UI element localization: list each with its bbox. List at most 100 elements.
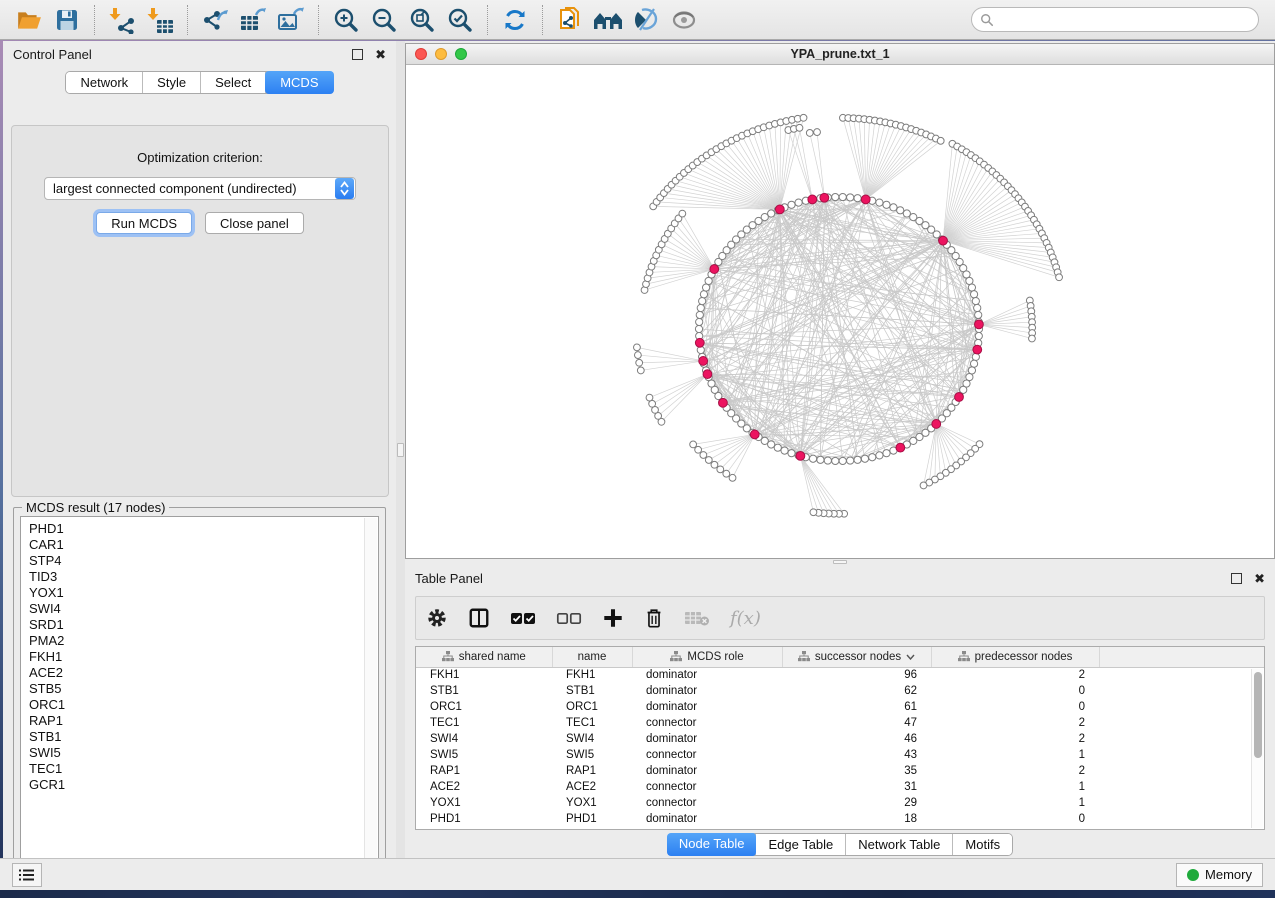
add-column-icon[interactable] — [602, 607, 624, 629]
mcds-result-item[interactable]: SWI5 — [29, 745, 378, 761]
memory-button[interactable]: Memory — [1176, 863, 1263, 887]
mcds-result-item[interactable]: STB1 — [29, 729, 378, 745]
tab-mcds[interactable]: MCDS — [265, 71, 333, 94]
table-row[interactable]: STB1STB1dominator620 — [416, 683, 1264, 699]
clone-network-icon — [556, 6, 584, 34]
export-image-button[interactable] — [272, 3, 310, 37]
show-columns-icon[interactable] — [468, 607, 490, 629]
table-row[interactable]: FKH1FKH1dominator962 — [416, 667, 1264, 683]
tab-edge-table[interactable]: Edge Table — [756, 834, 846, 855]
tab-motifs[interactable]: Motifs — [953, 834, 1012, 855]
mcds-result-item[interactable]: PHD1 — [29, 521, 378, 537]
tab-style[interactable]: Style — [143, 72, 201, 93]
deselect-all-icon[interactable] — [556, 609, 582, 627]
table-cell: connector — [632, 715, 782, 731]
zoom-selected-icon — [446, 6, 474, 34]
zoom-in-button[interactable] — [327, 3, 365, 37]
mcds-result-item[interactable]: YOX1 — [29, 585, 378, 601]
import-network-icon — [108, 6, 136, 34]
close-panel-button[interactable]: Close panel — [205, 212, 304, 234]
table-row[interactable]: TEC1TEC1connector472 — [416, 715, 1264, 731]
scrollbar-thumb[interactable] — [1254, 672, 1262, 758]
search-input[interactable] — [994, 13, 1250, 27]
mcds-result-item[interactable]: ORC1 — [29, 697, 378, 713]
mcds-result-item[interactable]: FKH1 — [29, 649, 378, 665]
mcds-result-item[interactable]: SWI4 — [29, 601, 378, 617]
mcds-result-item[interactable]: ACE2 — [29, 665, 378, 681]
tab-select[interactable]: Select — [201, 72, 266, 93]
table-row[interactable]: PHD1PHD1dominator180 — [416, 811, 1264, 827]
toolbar-separator — [318, 5, 319, 35]
table-options-gear-icon[interactable] — [426, 607, 448, 629]
criterion-dropdown[interactable]: largest connected component (undirected) — [44, 177, 356, 200]
hide-panels-button[interactable] — [627, 3, 665, 37]
mcds-result-item[interactable]: GCR1 — [29, 777, 378, 793]
export-network-button[interactable] — [196, 3, 234, 37]
table-cell: STB1 — [416, 683, 552, 699]
table-row[interactable]: RAP1RAP1dominator352 — [416, 763, 1264, 779]
tab-network-table[interactable]: Network Table — [846, 834, 953, 855]
zoom-selected-button[interactable] — [441, 3, 479, 37]
mcds-result-item[interactable]: RAP1 — [29, 713, 378, 729]
table-cell: 61 — [782, 699, 931, 715]
table-row[interactable]: SWI4SWI4dominator462 — [416, 731, 1264, 747]
task-history-button[interactable] — [12, 863, 42, 887]
float-panel-icon[interactable] — [1231, 573, 1242, 584]
delete-table-icon-disabled — [684, 609, 710, 627]
table-vertical-scrollbar[interactable] — [1251, 669, 1263, 828]
column-header-predecessor-nodes[interactable]: predecessor nodes — [931, 647, 1099, 667]
zoom-fit-button[interactable] — [403, 3, 441, 37]
table-cell: STB1 — [552, 683, 632, 699]
network-graph[interactable] — [406, 65, 1270, 558]
column-header-successor-nodes[interactable]: successor nodes — [782, 647, 931, 667]
import-table-button[interactable] — [141, 3, 179, 37]
zoom-out-button[interactable] — [365, 3, 403, 37]
table-row[interactable]: ORC1ORC1dominator610 — [416, 699, 1264, 715]
float-panel-icon[interactable] — [352, 49, 363, 60]
delete-column-trash-icon[interactable] — [644, 607, 664, 629]
mcds-list-scrollbar[interactable] — [364, 518, 377, 870]
refresh-layout-button[interactable] — [496, 3, 534, 37]
network-canvas[interactable] — [406, 65, 1274, 558]
open-folder-icon — [16, 7, 42, 33]
table-panel: Table Panel ✖ — [405, 565, 1275, 858]
splitter-grip[interactable] — [833, 560, 847, 564]
network-view-titlebar[interactable]: YPA_prune.txt_1 — [406, 44, 1274, 65]
table-row[interactable]: YOX1YOX1connector291 — [416, 795, 1264, 811]
table-cell: dominator — [632, 699, 782, 715]
table-cell: RAP1 — [416, 763, 552, 779]
network-search-box[interactable] — [971, 7, 1259, 32]
column-header-name[interactable]: name — [552, 647, 632, 667]
splitter-grip[interactable] — [397, 443, 404, 457]
mcds-result-item[interactable]: STP4 — [29, 553, 378, 569]
clone-network-button[interactable] — [551, 3, 589, 37]
control-panel-tabgroup: NetworkStyleSelectMCDS — [65, 71, 333, 94]
tab-network[interactable]: Network — [66, 72, 143, 93]
show-eye-button[interactable] — [665, 3, 703, 37]
table-cell: 18 — [782, 811, 931, 827]
table-header-row[interactable]: shared namenameMCDS rolesuccessor nodesp… — [416, 647, 1264, 667]
tab-node-table[interactable]: Node Table — [667, 833, 758, 856]
table-row[interactable]: ACE2ACE2connector311 — [416, 779, 1264, 795]
export-table-button[interactable] — [234, 3, 272, 37]
import-network-button[interactable] — [103, 3, 141, 37]
column-header-MCDS-role[interactable]: MCDS role — [632, 647, 782, 667]
mcds-result-item[interactable]: SRD1 — [29, 617, 378, 633]
close-panel-icon[interactable]: ✖ — [375, 49, 386, 60]
search-binoculars-button[interactable] — [589, 3, 627, 37]
mcds-result-item[interactable]: PMA2 — [29, 633, 378, 649]
select-all-icon[interactable] — [510, 609, 536, 627]
open-file-button[interactable] — [10, 3, 48, 37]
mcds-result-item[interactable]: STB5 — [29, 681, 378, 697]
table-row[interactable]: SWI5SWI5connector431 — [416, 747, 1264, 763]
mcds-result-item[interactable]: TEC1 — [29, 761, 378, 777]
mcds-result-item[interactable]: CAR1 — [29, 537, 378, 553]
save-session-button[interactable] — [48, 3, 86, 37]
mcds-result-list[interactable]: PHD1CAR1STP4TID3YOX1SWI4SRD1PMA2FKH1ACE2… — [20, 516, 379, 872]
mcds-result-item[interactable]: TID3 — [29, 569, 378, 585]
column-header-shared-name[interactable]: shared name — [416, 647, 552, 667]
control-panel-tabs: NetworkStyleSelectMCDS — [3, 71, 396, 94]
vertical-splitter[interactable] — [396, 41, 405, 858]
close-panel-icon[interactable]: ✖ — [1254, 573, 1265, 584]
run-mcds-button[interactable]: Run MCDS — [96, 212, 192, 234]
